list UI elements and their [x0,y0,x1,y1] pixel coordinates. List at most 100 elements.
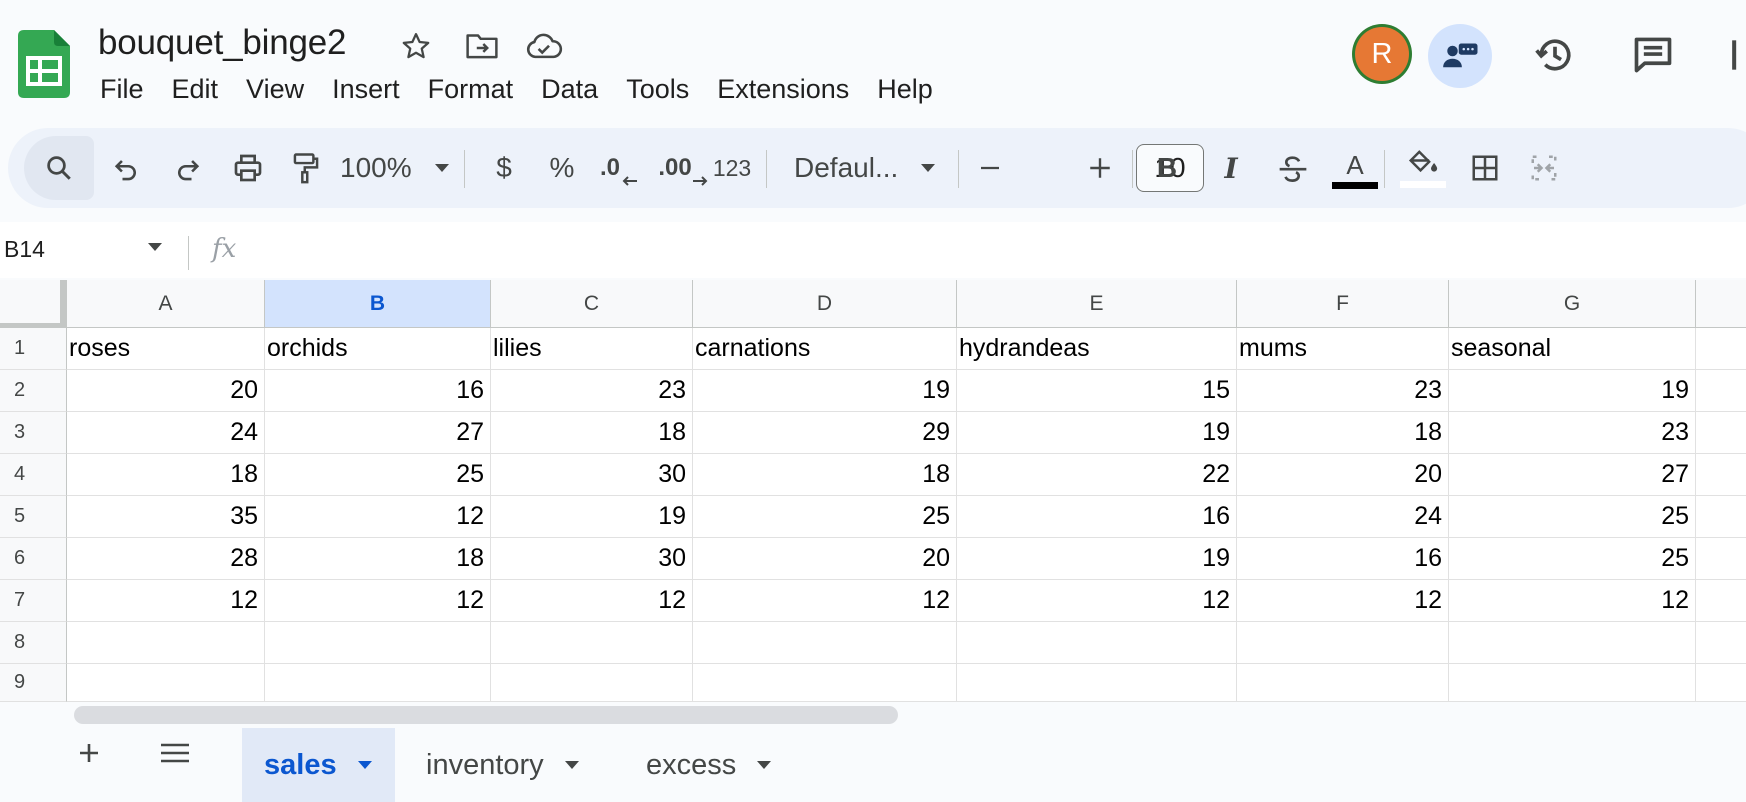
cloud-saved-icon[interactable] [524,26,564,66]
cell-b9[interactable] [265,664,491,702]
cell-c1[interactable]: lilies [491,328,693,370]
cell-f7[interactable]: 12 [1237,580,1449,622]
column-header-a[interactable]: A [67,280,265,328]
menu-tools[interactable]: Tools [612,72,703,106]
cell-e1[interactable]: hydrandeas [957,328,1237,370]
cell-f3[interactable]: 18 [1237,412,1449,454]
decrease-font-size-button[interactable] [962,128,1018,208]
cell-g2[interactable]: 19 [1449,370,1696,412]
menu-help[interactable]: Help [863,72,947,106]
cell-e7[interactable]: 12 [957,580,1237,622]
cell-b8[interactable] [265,622,491,664]
cell-c8[interactable] [491,622,693,664]
cell-next[interactable] [1696,412,1746,454]
undo-button[interactable] [98,128,154,208]
cell-f8[interactable] [1237,622,1449,664]
cell-g3[interactable]: 23 [1449,412,1696,454]
cell-e9[interactable] [957,664,1237,702]
cell-b7[interactable]: 12 [265,580,491,622]
cell-a4[interactable]: 18 [67,454,265,496]
cell-c2[interactable]: 23 [491,370,693,412]
lock-icon[interactable] [1726,30,1746,80]
star-icon[interactable] [396,26,436,66]
cell-d3[interactable]: 29 [693,412,957,454]
cell-e4[interactable]: 22 [957,454,1237,496]
horizontal-scrollbar[interactable] [74,706,898,724]
cell-f9[interactable] [1237,664,1449,702]
strikethrough-button[interactable] [1262,128,1324,208]
percent-format-button[interactable]: % [532,128,592,208]
cell-next[interactable] [1696,580,1746,622]
cell-c4[interactable]: 30 [491,454,693,496]
cell-b4[interactable]: 25 [265,454,491,496]
cell-g9[interactable] [1449,664,1696,702]
move-folder-icon[interactable] [462,26,502,66]
cell-f5[interactable]: 24 [1237,496,1449,538]
cell-c5[interactable]: 19 [491,496,693,538]
cell-next[interactable] [1696,370,1746,412]
cell-e5[interactable]: 16 [957,496,1237,538]
search-menus-button[interactable] [24,136,94,200]
row-header[interactable]: 3 [0,412,67,454]
cell-d5[interactable]: 25 [693,496,957,538]
select-all-corner[interactable] [0,280,66,328]
cell-e8[interactable] [957,622,1237,664]
row-header[interactable]: 2 [0,370,67,412]
column-header-g[interactable]: G [1449,280,1696,328]
row-header[interactable]: 6 [0,538,67,580]
increase-font-size-button[interactable] [1072,128,1128,208]
menu-insert[interactable]: Insert [318,72,414,106]
cell-a5[interactable]: 35 [67,496,265,538]
user-avatar[interactable]: R [1352,24,1412,84]
bold-button[interactable]: B [1136,128,1198,208]
column-header-e[interactable]: E [957,280,1237,328]
cell-f2[interactable]: 23 [1237,370,1449,412]
zoom-select[interactable]: 100% [334,128,466,208]
row-header[interactable]: 4 [0,454,67,496]
cell-d4[interactable]: 18 [693,454,957,496]
cell-next[interactable] [1696,454,1746,496]
cell-g7[interactable]: 12 [1449,580,1696,622]
chevron-down-icon[interactable] [357,760,373,770]
fill-color-button[interactable] [1392,128,1454,208]
italic-button[interactable]: I [1200,128,1262,208]
cell-a6[interactable]: 28 [67,538,265,580]
row-header[interactable]: 7 [0,580,67,622]
sheet-tab-excess[interactable]: excess [624,728,794,802]
cell-a3[interactable]: 24 [67,412,265,454]
cell-b6[interactable]: 18 [265,538,491,580]
decrease-decimal-button[interactable]: .0 [588,128,650,208]
cell-next[interactable] [1696,538,1746,580]
cell-d2[interactable]: 19 [693,370,957,412]
column-header-f[interactable]: F [1237,280,1449,328]
sheet-tab-inventory[interactable]: inventory [404,728,602,802]
cell-d8[interactable] [693,622,957,664]
cell-b3[interactable]: 27 [265,412,491,454]
share-people-button[interactable] [1428,24,1492,88]
cell-g8[interactable] [1449,622,1696,664]
comments-icon[interactable] [1628,30,1678,80]
redo-button[interactable] [160,128,216,208]
chevron-down-icon[interactable] [756,760,772,770]
cell-d1[interactable]: carnations [693,328,957,370]
cell-next[interactable] [1696,622,1746,664]
cell-next[interactable] [1696,664,1746,702]
menu-extensions[interactable]: Extensions [703,72,863,106]
cell-next[interactable] [1696,328,1746,370]
borders-button[interactable] [1454,128,1516,208]
cell-c7[interactable]: 12 [491,580,693,622]
print-button[interactable] [218,128,278,208]
cell-g5[interactable]: 25 [1449,496,1696,538]
menu-data[interactable]: Data [527,72,612,106]
cell-c9[interactable] [491,664,693,702]
row-header[interactable]: 8 [0,622,67,664]
cell-b5[interactable]: 12 [265,496,491,538]
text-color-button[interactable]: A [1324,128,1386,208]
column-header-next[interactable] [1696,280,1746,328]
version-history-icon[interactable] [1530,30,1580,80]
cell-g6[interactable]: 25 [1449,538,1696,580]
menu-file[interactable]: File [86,72,158,106]
column-header-b[interactable]: B [265,280,491,328]
sheets-logo-icon[interactable] [18,30,70,98]
cell-c3[interactable]: 18 [491,412,693,454]
